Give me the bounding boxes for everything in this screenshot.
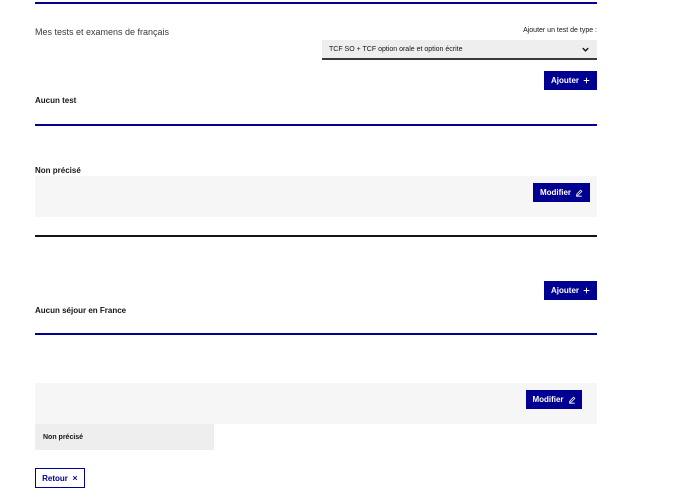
top-divider — [35, 2, 597, 4]
no-test-label: Aucun test — [35, 96, 77, 105]
unspecified-label: Non précisé — [35, 166, 81, 175]
tests-divider — [35, 124, 597, 126]
plus-icon — [583, 77, 590, 84]
test-type-select-value: TCF SO + TCF option orale et option écri… — [329, 45, 463, 53]
add-test-type-label: Ajouter un test de type : — [523, 27, 597, 34]
modify-button[interactable]: Modifier — [533, 183, 590, 202]
modify-button-2-label: Modifier — [532, 395, 564, 404]
section-divider — [35, 235, 597, 237]
modify-button-2[interactable]: Modifier — [526, 390, 582, 409]
unspecified-panel: Modifier — [35, 176, 597, 217]
modify-button-label: Modifier — [539, 188, 572, 197]
unspecified-cell: Non précisé — [35, 424, 214, 450]
plus-icon — [583, 287, 590, 294]
pencil-icon — [568, 396, 576, 404]
unspecified-cell-label: Non précisé — [43, 433, 84, 441]
back-button[interactable]: Retour — [35, 468, 85, 488]
add-stay-button-label: Ajouter — [551, 286, 579, 295]
add-stay-button[interactable]: Ajouter — [544, 281, 597, 300]
no-stay-label: Aucun séjour en France — [35, 306, 127, 315]
french-tests-title: Mes tests et examens de français — [35, 27, 170, 37]
chevron-down-icon — [581, 45, 590, 54]
add-test-button-label: Ajouter — [551, 76, 579, 85]
add-test-button[interactable]: Ajouter — [544, 71, 597, 90]
stays-divider — [35, 333, 597, 335]
second-panel: Modifier — [35, 383, 597, 424]
test-type-select[interactable]: TCF SO + TCF option orale et option écri… — [322, 40, 597, 60]
close-icon — [72, 475, 78, 481]
pencil-icon — [575, 189, 583, 197]
back-button-label: Retour — [42, 473, 68, 483]
